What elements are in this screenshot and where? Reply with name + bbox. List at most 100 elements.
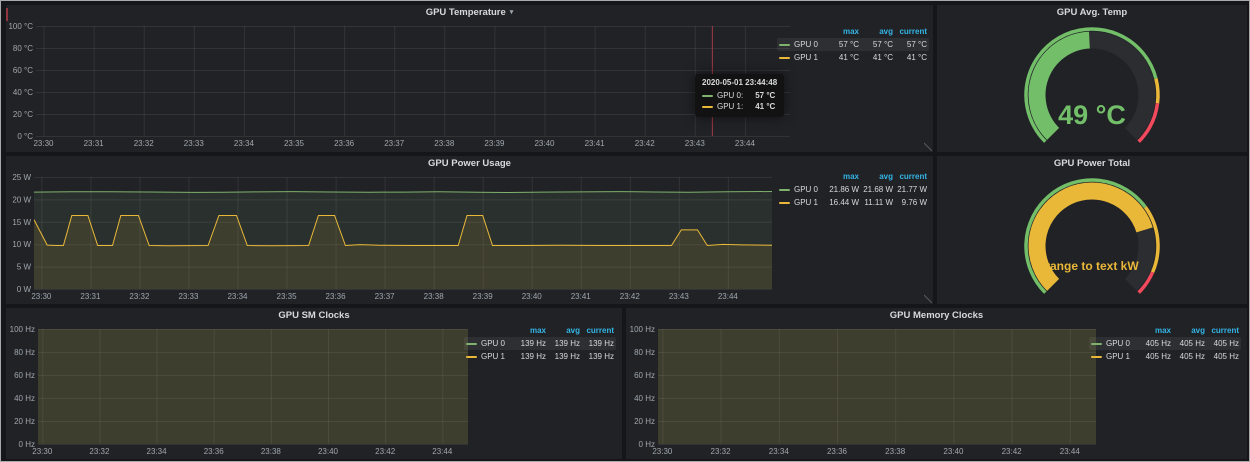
legend-col-current[interactable]: current	[893, 27, 927, 36]
legend-row-gpu1[interactable]: GPU 1 405 Hz 405 Hz 405 Hz	[1089, 350, 1241, 363]
svg-text:23:35: 23:35	[284, 139, 305, 148]
svg-text:23:34: 23:34	[234, 139, 255, 148]
legend-avg: 405 Hz	[1171, 339, 1205, 348]
svg-text:100 Hz: 100 Hz	[10, 325, 35, 334]
series-dash-icon	[779, 202, 790, 204]
panel-gpu-avg-temp: GPU Avg. Temp 49 °C	[937, 5, 1247, 152]
legend-col-current[interactable]: current	[1205, 326, 1239, 335]
svg-text:80 Hz: 80 Hz	[634, 348, 655, 357]
svg-text:23:41: 23:41	[585, 139, 606, 148]
legend-avg: 41 °C	[859, 53, 893, 62]
svg-text:40 Hz: 40 Hz	[634, 394, 655, 403]
legend-header: max avg current	[1089, 324, 1241, 337]
svg-text:10 W: 10 W	[12, 240, 31, 249]
gpu-sm-clocks-chart[interactable]: 0 Hz20 Hz40 Hz60 Hz80 Hz100 Hz23:3023:32…	[8, 324, 470, 457]
svg-text:23:30: 23:30	[652, 447, 673, 456]
legend-row-gpu0[interactable]: GPU 0 139 Hz 139 Hz 139 Hz	[464, 337, 616, 350]
svg-text:60 Hz: 60 Hz	[634, 371, 655, 380]
svg-text:23:40: 23:40	[318, 447, 339, 456]
svg-text:40 °C: 40 °C	[13, 88, 33, 97]
legend-row-gpu1[interactable]: GPU 1 41 °C 41 °C 41 °C	[777, 51, 929, 64]
legend-col-current[interactable]: current	[893, 172, 927, 181]
svg-text:23:44: 23:44	[718, 292, 739, 301]
panel-title-text: GPU Power Usage	[428, 158, 511, 169]
legend-avg: 21.68 W	[859, 185, 893, 194]
legend-row-gpu0[interactable]: GPU 0 405 Hz 405 Hz 405 Hz	[1089, 337, 1241, 350]
svg-text:23:40: 23:40	[534, 139, 555, 148]
panel-title-gpu-memory-clocks[interactable]: GPU Memory Clocks	[626, 308, 1247, 323]
legend-col-avg[interactable]: avg	[859, 27, 893, 36]
svg-text:23:30: 23:30	[33, 139, 54, 148]
svg-text:23:41: 23:41	[571, 292, 592, 301]
series-name[interactable]: GPU 1	[1106, 352, 1130, 361]
panel-gpu-memory-clocks: GPU Memory Clocks 0 Hz20 Hz40 Hz60 Hz80 …	[626, 308, 1247, 459]
svg-text:23:40: 23:40	[522, 292, 543, 301]
legend-col-max[interactable]: max	[825, 27, 859, 36]
legend-col-avg[interactable]: avg	[859, 172, 893, 181]
legend-col-max[interactable]: max	[512, 326, 546, 335]
series-name[interactable]: GPU 1	[794, 53, 818, 62]
tooltip-series-name: GPU 0:	[717, 91, 743, 100]
svg-text:23:38: 23:38	[261, 447, 282, 456]
panel-resize-handle[interactable]	[924, 295, 932, 303]
legend-max: 41 °C	[825, 53, 859, 62]
series-name[interactable]: GPU 0	[794, 185, 818, 194]
svg-text:23:34: 23:34	[769, 447, 790, 456]
legend-max: 16.44 W	[825, 198, 859, 207]
svg-text:23:38: 23:38	[885, 447, 906, 456]
gpu-power-usage-chart[interactable]: 0 W5 W10 W15 W20 W25 W23:3023:3123:3223:…	[8, 172, 776, 302]
svg-text:23:33: 23:33	[178, 292, 199, 301]
series-name[interactable]: GPU 1	[481, 352, 505, 361]
legend-row-gpu1[interactable]: GPU 1 16.44 W 11.11 W 9.76 W	[777, 196, 929, 209]
legend-col-max[interactable]: max	[825, 172, 859, 181]
svg-text:23:44: 23:44	[432, 447, 453, 456]
legend-max: 21.86 W	[825, 185, 859, 194]
legend-row-gpu0[interactable]: GPU 0 21.86 W 21.68 W 21.77 W	[777, 183, 929, 196]
svg-text:0 W: 0 W	[17, 285, 32, 294]
series-dash-icon	[466, 343, 477, 345]
svg-text:23:43: 23:43	[669, 292, 690, 301]
svg-text:0 °C: 0 °C	[17, 132, 33, 141]
svg-text:23:42: 23:42	[620, 292, 641, 301]
svg-text:20 Hz: 20 Hz	[634, 417, 655, 426]
gpu-temperature-chart[interactable]: 0 °C20 °C40 °C60 °C80 °C100 °C23:3023:31…	[8, 21, 798, 149]
legend-col-avg[interactable]: avg	[546, 326, 580, 335]
grafana-dashboard: GPU Temperature▾ 0 °C20 °C40 °C60 °C80 °…	[0, 0, 1250, 462]
legend-col-max[interactable]: max	[1137, 326, 1171, 335]
legend-col-current[interactable]: current	[580, 326, 614, 335]
legend-max: 139 Hz	[512, 339, 546, 348]
svg-text:23:34: 23:34	[147, 447, 168, 456]
svg-text:23:44: 23:44	[1060, 447, 1081, 456]
panel-title-text: GPU Power Total	[1054, 158, 1130, 169]
svg-text:60 Hz: 60 Hz	[14, 371, 35, 380]
legend-col-avg[interactable]: avg	[1171, 326, 1205, 335]
legend-avg: 139 Hz	[546, 339, 580, 348]
legend-current: 405 Hz	[1205, 352, 1239, 361]
legend-row-gpu1[interactable]: GPU 1 139 Hz 139 Hz 139 Hz	[464, 350, 616, 363]
panel-title-gpu-temperature[interactable]: GPU Temperature▾	[6, 5, 933, 20]
series-name[interactable]: GPU 0	[1106, 339, 1130, 348]
svg-text:23:42: 23:42	[635, 139, 656, 148]
series-name[interactable]: GPU 0	[481, 339, 505, 348]
series-dash-icon	[702, 95, 713, 97]
svg-text:100 °C: 100 °C	[8, 22, 33, 31]
panel-resize-handle[interactable]	[924, 143, 932, 151]
legend-current: 57 °C	[893, 40, 927, 49]
legend-max: 139 Hz	[512, 352, 546, 361]
legend-gpu-power-usage: max avg current GPU 0 21.86 W 21.68 W 21…	[777, 170, 929, 209]
legend-header: max avg current	[777, 25, 929, 38]
svg-text:60 °C: 60 °C	[13, 66, 33, 75]
series-name[interactable]: GPU 1	[794, 198, 818, 207]
svg-text:23:30: 23:30	[31, 292, 52, 301]
legend-max: 405 Hz	[1137, 352, 1171, 361]
panel-title-gpu-power-usage[interactable]: GPU Power Usage	[6, 156, 933, 171]
legend-current: 139 Hz	[580, 339, 614, 348]
legend-row-gpu0[interactable]: GPU 0 57 °C 57 °C 57 °C	[777, 38, 929, 51]
series-name[interactable]: GPU 0	[794, 40, 818, 49]
legend-current: 405 Hz	[1205, 339, 1239, 348]
svg-text:40 Hz: 40 Hz	[14, 394, 35, 403]
svg-text:23:37: 23:37	[375, 292, 396, 301]
panel-title-gpu-sm-clocks[interactable]: GPU SM Clocks	[6, 308, 622, 323]
legend-max: 405 Hz	[1137, 339, 1171, 348]
gpu-memory-clocks-chart[interactable]: 0 Hz20 Hz40 Hz60 Hz80 Hz100 Hz23:3023:32…	[628, 324, 1098, 457]
